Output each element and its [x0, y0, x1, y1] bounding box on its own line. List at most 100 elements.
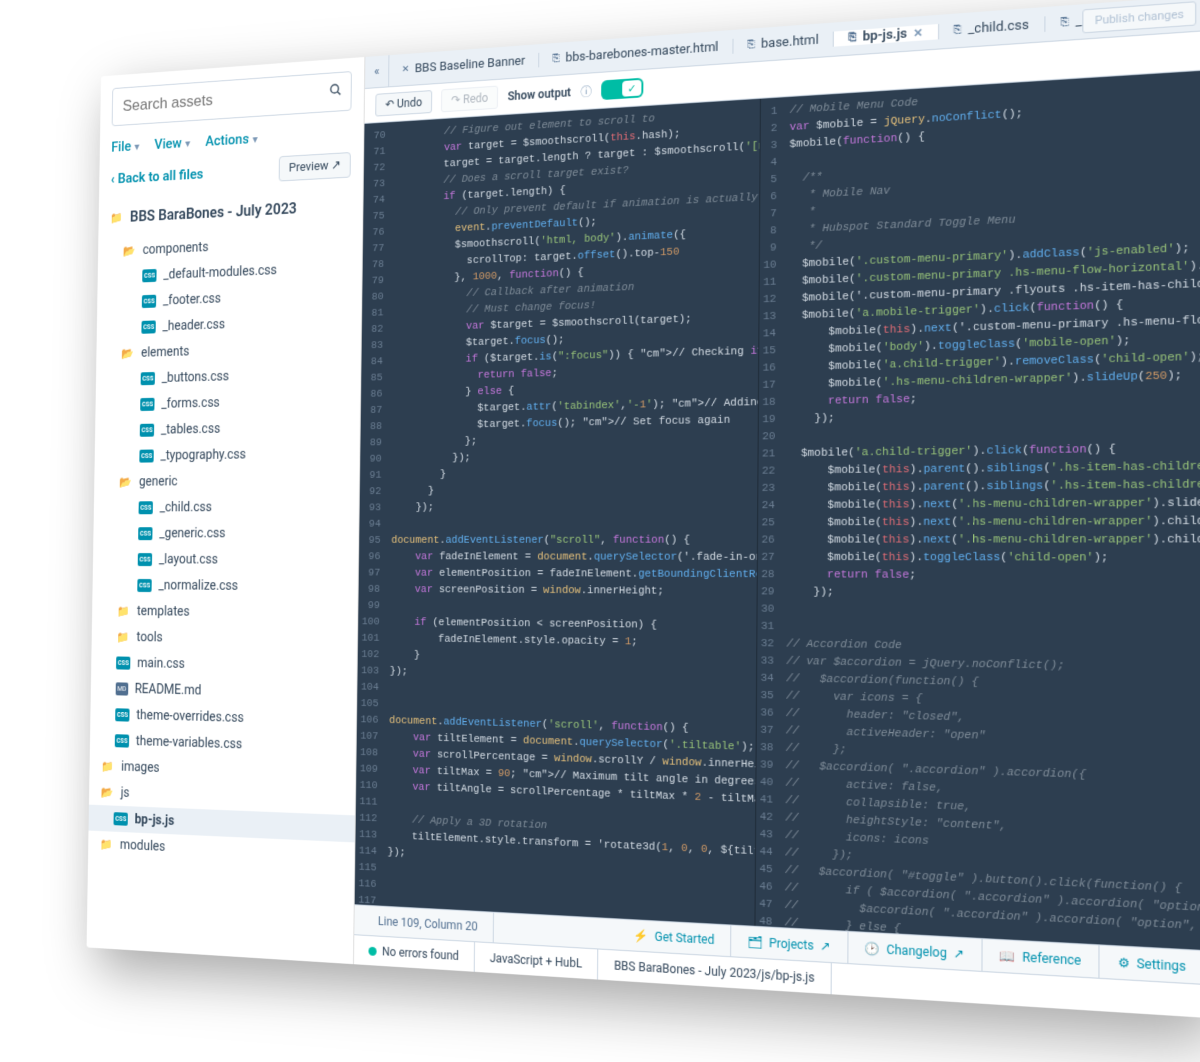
- tab--child-css[interactable]: ⎘ _child.css: [939, 16, 1046, 39]
- search-icon[interactable]: [329, 82, 343, 102]
- tree-item-label: templates: [137, 604, 190, 619]
- tree-item-label: modules: [120, 838, 166, 855]
- search-input[interactable]: [112, 71, 352, 126]
- css-file-icon: CSS: [139, 501, 154, 514]
- css-file-icon: CSS: [113, 812, 128, 826]
- tree-item-label: generic: [139, 474, 178, 489]
- tree-item-label: images: [121, 759, 160, 775]
- css-file-icon: CSS: [142, 295, 157, 308]
- file--typography-css[interactable]: CSS_typography.css: [94, 440, 359, 470]
- css-file-icon: CSS: [141, 320, 156, 333]
- tree-item-label: tools: [136, 630, 162, 645]
- file-icon: ⎘: [953, 24, 961, 36]
- tree-item-label: _tables.css: [161, 421, 220, 437]
- css-file-icon: CSS: [140, 398, 155, 411]
- tree-item-label: _normalize.css: [158, 578, 238, 593]
- redo-button[interactable]: ↷ Redo: [441, 86, 498, 113]
- output-toggle[interactable]: ✓: [601, 78, 643, 100]
- folder-icon: 📁: [117, 605, 131, 618]
- file-icon: ⎘: [1060, 17, 1069, 29]
- collapse-sidebar-icon[interactable]: «: [365, 55, 390, 88]
- css-file-icon: CSS: [142, 269, 157, 282]
- preview-button[interactable]: Preview: [279, 152, 351, 181]
- tree-item-label: elements: [141, 344, 189, 360]
- status-dot-icon: [368, 946, 376, 955]
- file-icon: ⎘: [747, 39, 755, 51]
- tab-label: base.html: [761, 33, 819, 52]
- folder-templates[interactable]: 📁 templates: [92, 598, 358, 627]
- project-title-label: BBS BaraBones - July 2023: [130, 199, 297, 225]
- tree-item-label: main.css: [137, 656, 185, 672]
- file--child-css[interactable]: CSS _child.css: [94, 493, 359, 521]
- css-file-icon: CSS: [138, 527, 153, 540]
- css-file-icon: CSS: [116, 656, 131, 669]
- tree-item-label: _forms.css: [161, 395, 220, 411]
- tab--generic-c[interactable]: ⎘ _generic.c: [1045, 14, 1083, 32]
- code-pane-right[interactable]: 1234567891011121314151617181920212223242…: [754, 71, 1200, 951]
- tree-item-label: _footer.css: [163, 291, 221, 308]
- undo-label: Undo: [397, 95, 422, 110]
- language-status[interactable]: JavaScript + HubL: [475, 942, 599, 979]
- folder-icon: 📁: [101, 760, 115, 773]
- folder-icon: 📂: [123, 244, 136, 257]
- menu-file[interactable]: File: [111, 137, 139, 155]
- redo-label: Redo: [463, 91, 488, 106]
- folder-generic[interactable]: 📂 generic: [94, 466, 359, 495]
- folder-icon: 📁: [116, 631, 130, 644]
- search-assets: [112, 71, 352, 126]
- css-file-icon: CSS: [115, 734, 130, 747]
- undo-button[interactable]: ↶ Undo: [375, 90, 432, 117]
- editor-area: « ✕ BBS Baseline Banner ⎘ bbs-barebones-mas…: [354, 0, 1200, 1018]
- folder-icon: 📁: [100, 838, 114, 852]
- close-tab-icon[interactable]: ✕: [913, 26, 923, 40]
- sidebar: File View Actions Back to all files Prev…: [87, 57, 366, 964]
- folder-icon: 📂: [101, 786, 115, 799]
- css-file-icon: CSS: [141, 372, 156, 385]
- publish-button[interactable]: Publish changes: [1083, 1, 1197, 33]
- tree-item-label: _generic.css: [159, 526, 225, 541]
- md-file-icon: MD: [116, 682, 128, 695]
- tree-item-label: _layout.css: [159, 552, 218, 567]
- tree-item-label: _buttons.css: [162, 369, 229, 386]
- tree-item-label: README.md: [135, 682, 202, 698]
- tree-item-label: _typography.css: [160, 447, 246, 463]
- file--generic-css[interactable]: CSS _generic.css: [93, 520, 358, 547]
- tree-item-label: _default-modules.css: [163, 263, 277, 283]
- app-window: File View Actions Back to all files Prev…: [87, 0, 1200, 1018]
- editor-panes: 7071727374757677787980818283848586878889…: [355, 71, 1200, 951]
- tree-item-label: _child.css: [160, 500, 212, 515]
- folder-icon: 📂: [121, 347, 134, 360]
- tree-item-label: js: [121, 785, 130, 800]
- folder-icon: 📂: [119, 476, 133, 489]
- tab-label: _generic.c: [1075, 14, 1082, 30]
- file--layout-css[interactable]: CSS _layout.css: [93, 547, 358, 574]
- file-icon: ✕: [402, 64, 410, 75]
- tab-bp-js-js[interactable]: ⎘ bp-js.js ✕: [834, 24, 939, 47]
- css-file-icon: CSS: [137, 579, 152, 592]
- file--tables-css[interactable]: CSS _tables.css: [95, 413, 360, 444]
- tree-item-label: _header.css: [162, 317, 225, 334]
- file-icon: ⎘: [552, 53, 560, 64]
- tab-label: BBS Baseline Banner: [415, 54, 525, 76]
- tab-bbs-barebones-master-html[interactable]: ⎘ bbs-barebones-master.html: [539, 39, 733, 68]
- tab-label: _child.css: [968, 17, 1029, 37]
- tree-item-label: theme-variables.css: [136, 734, 242, 752]
- css-file-icon: CSS: [138, 553, 153, 566]
- tab-bbs-baseline-banner[interactable]: ✕ BBS Baseline Banner: [389, 53, 539, 78]
- tab-base-html[interactable]: ⎘ base.html: [733, 32, 834, 54]
- file--normalize-css[interactable]: CSS _normalize.css: [92, 572, 358, 600]
- menu-actions[interactable]: Actions: [205, 130, 258, 150]
- menu-view[interactable]: View: [154, 134, 190, 153]
- tree-item-label: components: [143, 240, 209, 258]
- folder-icon: 📁: [110, 211, 123, 224]
- code-pane-left[interactable]: 7071727374757677787980818283848586878889…: [355, 99, 760, 926]
- css-file-icon: CSS: [140, 424, 155, 437]
- show-output-label: Show output: [508, 86, 571, 104]
- tab-label: bbs-barebones-master.html: [565, 40, 718, 66]
- errors-status[interactable]: No errors found: [354, 935, 475, 972]
- back-to-files[interactable]: Back to all files: [111, 165, 204, 187]
- tab-label: bp-js.js: [863, 26, 908, 44]
- file-icon: ⎘: [848, 32, 856, 44]
- tree-item-label: theme-overrides.css: [136, 708, 244, 726]
- file-tree: 📂 components CSS _default-modules.css CSS _fo…: [87, 223, 363, 964]
